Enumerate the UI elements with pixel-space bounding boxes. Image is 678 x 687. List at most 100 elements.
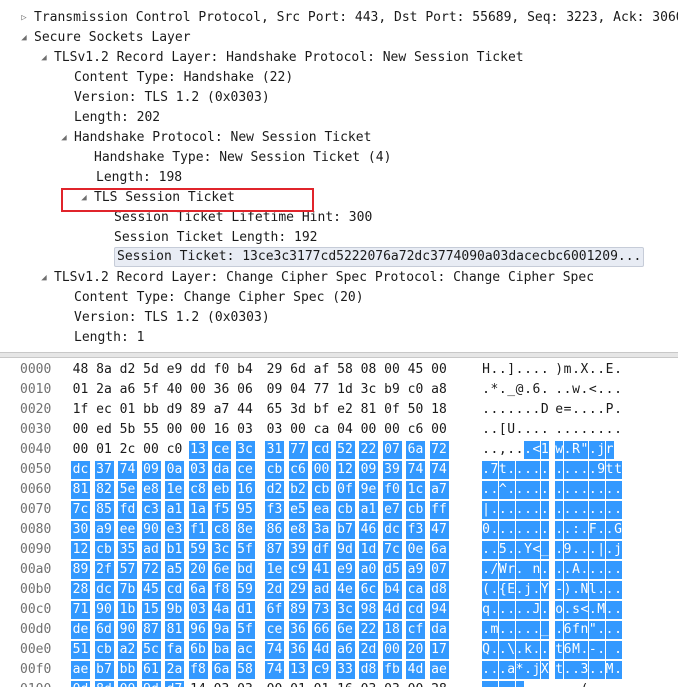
ascii-char[interactable]: .	[490, 641, 499, 659]
ascii-char[interactable]: .	[580, 381, 588, 399]
hex-byte[interactable]: 03	[265, 421, 284, 439]
hex-byte[interactable]: 00	[359, 421, 378, 439]
ascii-char[interactable]: .	[597, 581, 606, 599]
ascii-char[interactable]: .	[532, 681, 540, 687]
hex-byte[interactable]: c8	[212, 521, 231, 539]
ascii-char[interactable]: o	[555, 601, 564, 619]
hex-byte[interactable]: b7	[335, 521, 355, 539]
hex-byte[interactable]: 6c	[359, 581, 378, 599]
hex-byte[interactable]: 00	[142, 441, 161, 459]
ascii-char[interactable]: .	[540, 481, 549, 499]
ascii-char[interactable]: t	[555, 661, 564, 679]
ascii-char[interactable]: .	[614, 621, 622, 639]
hex-byte[interactable]: 2a	[95, 381, 114, 399]
ascii-char[interactable]: <	[532, 441, 541, 459]
ascii-char[interactable]: .	[490, 421, 498, 439]
hex-row[interactable]: 0060 81 82 5e e8 1e c8 eb 16 d2 b2 cb 0f 9e f0 1c a7.. ^.…	[0, 480, 678, 500]
hex-byte[interactable]: 14	[189, 681, 208, 687]
hex-byte[interactable]: e3	[165, 521, 184, 539]
hex-byte[interactable]: b9	[383, 381, 402, 399]
hex-byte[interactable]: 7c	[71, 501, 90, 519]
hex-byte[interactable]: 2f	[94, 561, 114, 579]
hex-byte[interactable]: 4e	[335, 581, 355, 599]
ascii-char[interactable]: .	[563, 561, 572, 579]
tree-row[interactable]: Version: TLS 1.2 (0x0303)	[0, 88, 678, 108]
hex-byte[interactable]: da	[212, 461, 231, 479]
hex-byte[interactable]: b4	[236, 361, 255, 379]
ascii-char[interactable]: .	[524, 521, 532, 539]
ascii-char[interactable]: .	[490, 361, 498, 379]
ascii-char[interactable]: (	[580, 681, 588, 687]
hex-byte[interactable]: 01	[71, 381, 90, 399]
ascii-char[interactable]: .	[507, 461, 516, 479]
hex-byte[interactable]: 03	[383, 681, 402, 687]
hex-byte[interactable]: 85	[94, 501, 114, 519]
hex-byte[interactable]: 45	[406, 361, 425, 379]
ascii-char[interactable]: Y	[540, 581, 549, 599]
hex-byte[interactable]: 74	[406, 461, 425, 479]
ascii-char[interactable]: .	[605, 601, 614, 619]
ascii-char[interactable]: .	[532, 421, 540, 439]
hex-row[interactable]: 0030 00 ed 5b 55 00 00 16 03 03 00 ca 04 00 00 c6 00..[U…	[0, 420, 678, 440]
ascii-char[interactable]: .	[572, 401, 580, 419]
hex-byte[interactable]: bb	[142, 401, 161, 419]
ascii-char[interactable]: .	[490, 401, 498, 419]
hex-byte[interactable]: dc	[71, 461, 90, 479]
ascii-char[interactable]: .	[589, 401, 597, 419]
hex-byte[interactable]: d2	[265, 481, 284, 499]
ascii-char[interactable]: G	[614, 521, 622, 539]
ascii-char[interactable]: .	[563, 501, 572, 519]
ascii-char[interactable]: E	[507, 581, 516, 599]
ascii-char[interactable]: 1	[540, 441, 549, 459]
ascii-char[interactable]: |	[482, 501, 490, 519]
ascii-char[interactable]: .	[588, 661, 597, 679]
ascii-char[interactable]: .	[482, 661, 490, 679]
ascii-char[interactable]: {	[498, 581, 507, 599]
ascii-char[interactable]: .	[524, 401, 532, 419]
hex-byte[interactable]: 1d	[359, 541, 378, 559]
ascii-char[interactable]: .	[605, 521, 614, 539]
hex-byte[interactable]: 72	[429, 441, 449, 459]
hex-byte[interactable]: cb	[94, 641, 114, 659]
hex-byte[interactable]: 72	[141, 561, 161, 579]
hex-byte[interactable]: 5b	[118, 421, 137, 439]
ascii-char[interactable]: .	[588, 501, 597, 519]
ascii-char[interactable]: .	[541, 381, 549, 399]
hex-byte[interactable]: 44	[236, 401, 255, 419]
ascii-char[interactable]: .	[507, 401, 515, 419]
ascii-char[interactable]: .	[588, 601, 597, 619]
ascii-char[interactable]: .	[482, 681, 490, 687]
hex-byte[interactable]: 07	[382, 441, 402, 459]
hex-byte[interactable]: 6f	[265, 601, 284, 619]
hex-byte[interactable]: 36	[212, 381, 231, 399]
hex-byte[interactable]: e7	[382, 501, 402, 519]
hex-byte[interactable]: 89	[288, 601, 308, 619]
ascii-char[interactable]: .	[564, 381, 572, 399]
hex-byte[interactable]: 2a	[165, 661, 184, 679]
hex-byte[interactable]: 28	[71, 581, 90, 599]
hex-byte[interactable]: 82	[94, 481, 114, 499]
hex-byte[interactable]: 9d	[141, 681, 161, 687]
hex-row[interactable]: 0100 0d 8d 00 9d d7 14 03 03 00 01 01 16 03 03 00 28....…	[0, 680, 678, 687]
hex-byte[interactable]: e2	[336, 401, 355, 419]
ascii-char[interactable]: .	[589, 361, 597, 379]
hex-byte[interactable]: 12	[71, 541, 90, 559]
ascii-char[interactable]: .	[540, 521, 549, 539]
ascii-char[interactable]: .	[482, 421, 490, 439]
hex-byte[interactable]: 48	[71, 361, 90, 379]
hex-byte[interactable]: c6	[288, 461, 308, 479]
hex-byte[interactable]: 1f	[71, 401, 90, 419]
hex-byte[interactable]: ce	[265, 621, 284, 639]
hex-byte[interactable]: 59	[235, 581, 255, 599]
hex-byte[interactable]: 16	[212, 421, 231, 439]
ascii-char[interactable]: .	[580, 501, 589, 519]
hex-byte[interactable]: 00	[189, 421, 208, 439]
ascii-char[interactable]: .	[555, 421, 563, 439]
hex-byte[interactable]: 39	[288, 541, 308, 559]
ascii-char[interactable]: H	[482, 361, 490, 379]
ascii-char[interactable]: M	[597, 601, 606, 619]
hex-byte[interactable]: 1d	[336, 381, 355, 399]
hex-byte[interactable]: 98	[359, 601, 378, 619]
hex-byte[interactable]: fa	[165, 641, 184, 659]
hex-byte[interactable]: 3a	[312, 521, 331, 539]
